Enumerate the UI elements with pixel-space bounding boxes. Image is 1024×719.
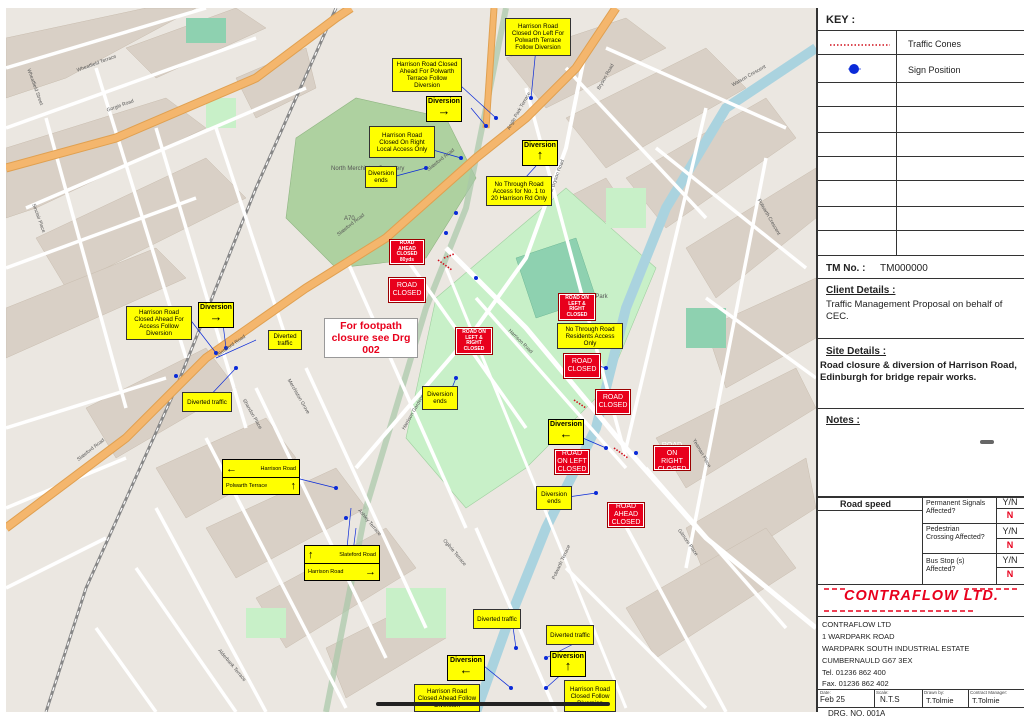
logo-dashes xyxy=(824,588,1020,612)
answer-pedestrian-crossing: N xyxy=(1006,540,1014,550)
sign-no-through-road-residents[interactable]: No Through Road Residents Access Only xyxy=(557,323,623,349)
sign-diversion-up[interactable]: Diversion ↑ xyxy=(550,651,586,677)
arrow-right-icon: → xyxy=(437,103,451,118)
traffic-management-drawing: Gorgie Road Slateford Road Slateford Roa… xyxy=(0,0,1024,718)
map-label-a70: A70 xyxy=(344,216,355,222)
sign-road-closed[interactable]: ROAD CLOSED xyxy=(563,353,601,379)
title-block-panel: KEY : Traffic Cones Sign Position TM No.… xyxy=(816,8,1024,718)
site-details-heading: Site Details : xyxy=(826,346,887,357)
drawing-date: Feb 25 xyxy=(820,695,845,704)
map-view[interactable]: Gorgie Road Slateford Road Slateford Roa… xyxy=(6,8,816,712)
footpath-closure-note: For footpath closure see Drg 002 xyxy=(324,318,418,358)
sign-diversion-ends[interactable]: Diversion ends xyxy=(365,166,397,188)
arrow-left-icon: ← xyxy=(559,426,573,441)
sign-harrison-closed-on-left[interactable]: Harrison Road Closed On Left For Polwart… xyxy=(505,18,571,56)
notes-mark xyxy=(980,440,994,444)
answer-permanent-signals: N xyxy=(1006,510,1014,520)
drawing-number: DRG. NO. 001A xyxy=(828,709,886,718)
key-title: KEY : xyxy=(826,14,856,26)
tm-no-label: TM No. : xyxy=(826,263,866,274)
sign-harrison-closed-follow-diversion[interactable]: Harrison Road Closed Follow Diversion xyxy=(564,680,616,712)
road-speed-label: Road speed xyxy=(840,499,892,509)
sign-diverted-traffic[interactable]: Diverted traffic xyxy=(268,330,302,350)
legend-sign-position: Sign Position xyxy=(908,65,961,75)
traffic-cones-icon xyxy=(830,44,890,46)
sign-harrison-closed-on-right[interactable]: Harrison Road Closed On Right Local Acce… xyxy=(369,126,435,158)
contract-manager: T.Tolmie xyxy=(972,696,1000,705)
sign-road-ahead-closed-80yds[interactable]: ROAD AHEAD CLOSED 80yds xyxy=(389,239,425,265)
sign-no-through-road-access[interactable]: No Through Road Access for No. 1 to 20 H… xyxy=(486,176,552,206)
sign-road-on-left-right-closed[interactable]: ROAD ON LEFT & RIGHT CLOSED xyxy=(558,293,596,321)
client-details-body: Traffic Management Proposal on behalf of… xyxy=(826,299,1003,322)
sign-diversion-ends[interactable]: Diversion ends xyxy=(422,386,458,410)
arrow-left-icon: ← xyxy=(459,662,473,677)
drawn-by: T.Tolmie xyxy=(926,696,954,705)
q-bus-stop: Bus Stop (s) Affected? xyxy=(926,558,965,573)
q-pedestrian-crossing: Pedestrian Crossing Affected? xyxy=(926,526,985,541)
sign-harrison-closed-ahead-access[interactable]: Harrison Road Closed Ahead For Access Fo… xyxy=(126,306,192,340)
sign-position-icon xyxy=(848,64,861,74)
arrow-up-icon: ↑ xyxy=(290,480,297,492)
site-details-body: Road closure & diversion of Harrison Roa… xyxy=(820,360,1017,383)
sign-diversion-ends[interactable]: Diversion ends xyxy=(536,486,572,510)
arrow-right-icon: → xyxy=(365,566,376,578)
legend-traffic-cones: Traffic Cones xyxy=(908,39,962,49)
sign-diverted-traffic[interactable]: Diverted traffic xyxy=(473,609,521,629)
sign-diversion-right[interactable]: Diversion → xyxy=(426,96,462,122)
arrow-up-icon: ↑ xyxy=(536,147,544,162)
sign-road-on-left-closed[interactable]: ROAD ON LEFT CLOSED xyxy=(554,449,590,475)
arrow-left-icon: ← xyxy=(226,462,237,475)
sign-harrison-closed-ahead[interactable]: Harrison Road Closed Ahead Follow Divers… xyxy=(414,684,480,712)
notes-heading: Notes : xyxy=(826,415,860,426)
sign-direction-harrison-polwarth[interactable]: ← Harrison Road Polwarth Terrace ↑ xyxy=(222,459,300,495)
sign-road-ahead-closed[interactable]: ROAD AHEAD CLOSED xyxy=(607,502,645,528)
horizontal-scrollbar[interactable] xyxy=(376,702,610,706)
sign-road-closed[interactable]: ROAD CLOSED xyxy=(388,277,426,303)
tm-no-value: TM000000 xyxy=(880,263,928,274)
arrow-up-icon: ↑ xyxy=(308,548,314,561)
sign-diverted-traffic[interactable]: Diverted traffic xyxy=(182,392,232,412)
q-permanent-signals: Permanent Signals Affected? xyxy=(926,500,986,515)
sign-harrison-closed-ahead-polwarth[interactable]: Harrison Road Closed Ahead For Polwarth … xyxy=(392,58,462,92)
answer-bus-stop: N xyxy=(1006,569,1014,579)
sign-diversion-left[interactable]: Diversion ← xyxy=(548,419,584,445)
sign-road-on-left-right-closed[interactable]: ROAD ON LEFT & RIGHT CLOSED xyxy=(455,327,493,355)
arrow-up-icon: ↑ xyxy=(564,658,572,673)
arrow-right-icon: → xyxy=(209,309,223,324)
map-base-layer xyxy=(6,8,816,712)
sign-direction-slateford-harrison[interactable]: ↑ Slateford Road Harrison Road → xyxy=(304,545,380,581)
sign-diversion-left[interactable]: Diversion ← xyxy=(447,655,485,681)
sign-road-on-right-closed[interactable]: ROAD ON RIGHT CLOSED xyxy=(653,442,691,473)
sign-diverted-traffic[interactable]: Diverted traffic xyxy=(546,625,594,645)
drawing-scale: N.T.S xyxy=(880,695,900,704)
client-details-heading: Client Details : xyxy=(826,285,896,296)
sign-road-closed[interactable]: ROAD CLOSED xyxy=(595,389,631,415)
sign-diversion-up[interactable]: Diversion ↑ xyxy=(522,140,558,166)
sign-diversion-right[interactable]: Diversion → xyxy=(198,302,234,328)
